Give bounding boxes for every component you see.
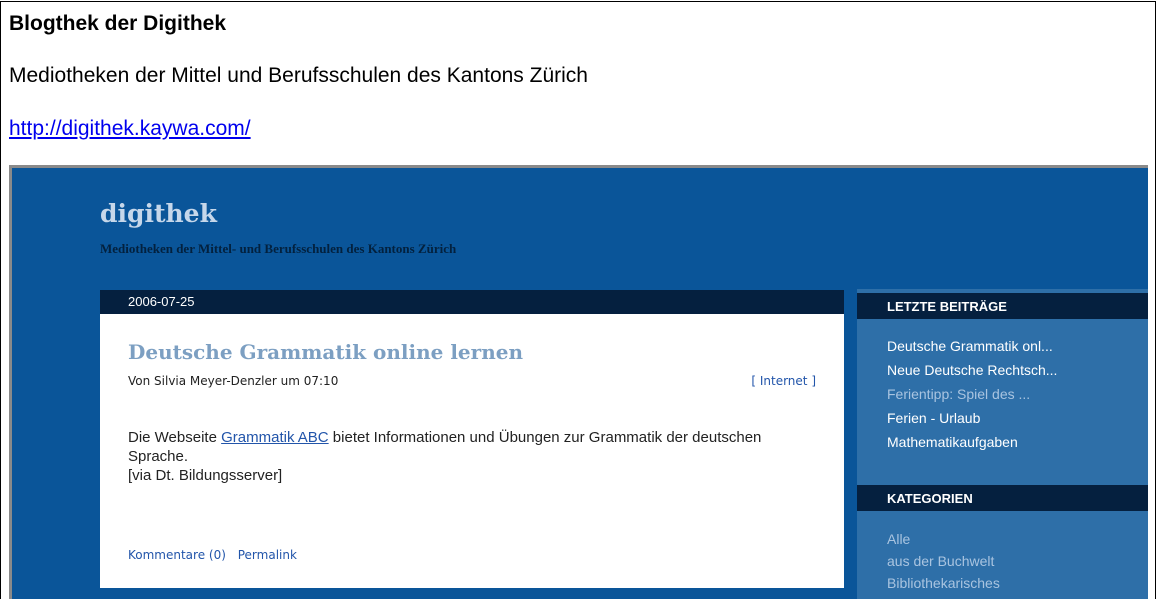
recent-post-item[interactable]: Ferien - Urlaub (887, 410, 980, 426)
grammatik-abc-link[interactable]: Grammatik ABC (221, 429, 329, 446)
recent-post-item[interactable]: Deutsche Grammatik onl... (887, 338, 1053, 354)
recent-posts-heading-bar: LETZTE BEITRÄGE (857, 293, 1148, 319)
blog-post: Deutsche Grammatik online lernen Von Sil… (100, 314, 844, 588)
blog-screenshot: digithek Mediotheken der Mittel- und Ber… (9, 165, 1148, 599)
screenshot-border-left (9, 165, 12, 599)
category-item[interactable]: Alle (887, 531, 910, 547)
sidebar: LETZTE BEITRÄGE Deutsche Grammatik onl..… (857, 289, 1148, 599)
document-subtitle: Mediotheken der Mittel und Berufsschulen… (9, 64, 588, 87)
post-date-bar: 2006-07-25 (100, 290, 844, 314)
table-border-left (0, 1, 1, 599)
recent-post-item[interactable]: Mathematikaufgaben (887, 434, 1018, 450)
comments-link[interactable]: Kommentare (0) (128, 548, 226, 562)
post-body-text-start: Die Webseite (128, 429, 222, 446)
post-category-link[interactable]: [ Internet ] (751, 374, 816, 388)
post-title[interactable]: Deutsche Grammatik online lernen (128, 340, 523, 364)
recent-post-item[interactable]: Ferientipp: Spiel des ... (887, 386, 1030, 402)
post-author-meta: Von Silvia Meyer-Denzler um 07:10 (128, 374, 339, 388)
document-title: Blogthek der Digithek (9, 12, 227, 35)
screenshot-border-top (9, 165, 1148, 168)
recent-posts-heading: LETZTE BEITRÄGE (887, 299, 1007, 314)
category-item[interactable]: aus der Buchwelt (887, 553, 994, 569)
categories-heading-bar: KATEGORIEN (857, 485, 1148, 511)
blog-name[interactable]: digithek (100, 199, 217, 228)
permalink-link[interactable]: Permalink (238, 548, 297, 562)
post-via-text: [via Dt. Bildungsserver] (128, 467, 283, 484)
category-item[interactable]: Bibliothekarisches (887, 575, 1000, 591)
table-border-top (0, 1, 1156, 2)
categories-heading: KATEGORIEN (887, 491, 973, 506)
post-body: Die Webseite Grammatik ABC bietet Inform… (128, 428, 818, 485)
document-url-link[interactable]: http://digithek.kaywa.com/ (9, 117, 251, 141)
post-date: 2006-07-25 (128, 294, 195, 309)
recent-post-item[interactable]: Neue Deutsche Rechtsch... (887, 362, 1057, 378)
blog-tagline: Mediotheken der Mittel- und Berufsschule… (100, 241, 457, 256)
post-footer: Kommentare (0) Permalink (128, 548, 305, 562)
